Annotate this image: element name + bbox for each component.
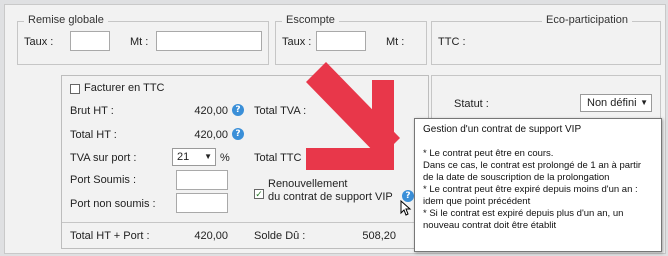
tooltip-line: nouveau contrat doit être établit (423, 220, 557, 231)
tooltip-title: Gestion d'un contrat de support VIP (423, 124, 582, 135)
tva-port-select[interactable]: 21 ▼ (172, 148, 216, 166)
total-ht-value: 420,00 (194, 129, 228, 141)
vip-support-tooltip: Gestion d'un contrat de support VIP * Le… (414, 118, 662, 252)
escompte-title: Escompte (282, 14, 339, 26)
tooltip-line: de la date de souscription de la prolong… (423, 172, 610, 183)
remise-mt-input[interactable] (156, 31, 262, 51)
escompte-group: Escompte Taux : Mt : (275, 14, 427, 65)
eco-ttc-label: TTC : (438, 36, 466, 48)
statut-value: Non défini (587, 97, 637, 109)
brut-ht-help-icon[interactable]: ? (232, 104, 244, 116)
remise-globale-group: Remise globale Taux : Mt : (17, 14, 269, 65)
renouvellement-checkbox[interactable]: ✓ (254, 189, 264, 199)
statut-label: Statut : (454, 98, 489, 110)
brut-ht-label: Brut HT : (70, 105, 114, 117)
facturer-ttc-label: Facturer en TTC (84, 82, 165, 94)
tva-port-label: TVA sur port : (70, 152, 137, 164)
tooltip-line: * Le contrat peut être en cours. (423, 148, 554, 159)
escompte-mt-label: Mt : (386, 36, 405, 48)
chevron-down-icon: ▼ (204, 152, 212, 161)
port-non-soumis-input[interactable] (176, 193, 228, 213)
port-soumis-input[interactable] (176, 170, 228, 190)
solde-du-label: Solde Dû : (254, 230, 306, 242)
renouvellement-help-icon[interactable]: ? (402, 190, 414, 202)
tooltip-line: * Si le contrat est expiré depuis plus d… (423, 208, 624, 219)
remise-globale-title: Remise globale (24, 14, 108, 26)
facturer-ttc-checkbox[interactable] (70, 84, 80, 94)
port-non-soumis-label: Port non soumis : (70, 198, 156, 210)
tooltip-line: Dans ce cas, le contrat est prolongé de … (423, 160, 642, 171)
eco-participation-group: Eco-participation TTC : (431, 14, 661, 65)
total-ttc-label: Total TTC (254, 152, 302, 164)
solde-du-value: 508,20 (362, 230, 396, 242)
total-tva-value: 8 (345, 105, 352, 117)
brut-ht-value: 420,00 (194, 105, 228, 117)
totals-group: Facturer en TTC Brut HT : 420,00 ? Total… (61, 75, 429, 249)
escompte-taux-input[interactable] (316, 31, 366, 51)
total-ht-port-label: Total HT + Port : (70, 230, 150, 242)
tva-port-value: 21 (177, 151, 190, 163)
eco-participation-title: Eco-participation (542, 14, 632, 26)
check-icon: ✓ (255, 189, 263, 199)
total-tva-label: Total TVA : (254, 105, 307, 117)
remise-mt-label: Mt : (130, 36, 149, 48)
port-soumis-label: Port Soumis : (70, 174, 137, 186)
remise-taux-label: Taux : (24, 36, 54, 48)
tooltip-line: idem que point précédent (423, 196, 531, 207)
remise-taux-input[interactable] (70, 31, 110, 51)
total-ht-help-icon[interactable]: ? (232, 128, 244, 140)
tva-port-percent: % (220, 152, 230, 164)
statut-select[interactable]: Non défini ▼ (580, 94, 652, 112)
total-ht-port-value: 420,00 (194, 230, 228, 242)
tooltip-line: * Le contrat peut être expiré depuis moi… (423, 184, 638, 195)
chevron-down-icon: ▼ (640, 98, 648, 107)
total-ht-label: Total HT : (70, 129, 117, 141)
renouvellement-label-line2: du contrat de support VIP (268, 191, 393, 203)
renouvellement-label-line1: Renouvellement (268, 178, 348, 190)
escompte-taux-label: Taux : (282, 36, 312, 48)
totals-divider (62, 222, 428, 223)
